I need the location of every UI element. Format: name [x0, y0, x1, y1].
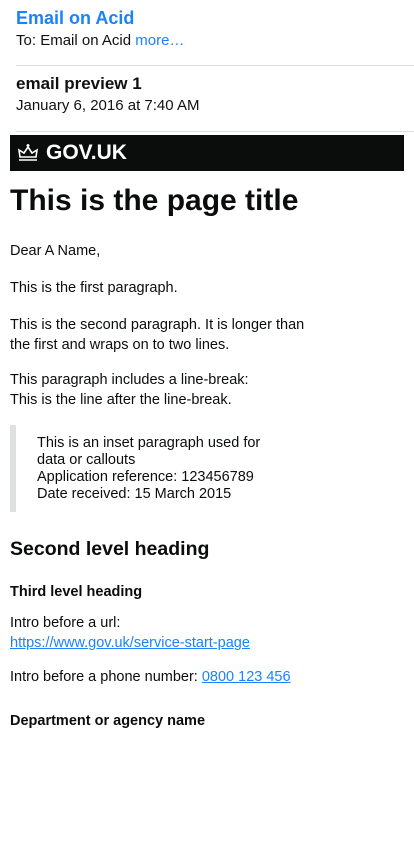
paragraph-2: This is the second paragraph. It is long… — [10, 317, 305, 353]
service-start-link[interactable]: https://www.gov.uk/service-start-page — [10, 635, 250, 651]
paragraph-1: This is the first paragraph. — [10, 280, 178, 296]
page-title: This is the page title — [10, 184, 299, 217]
phone-link[interactable]: 0800 123 456 — [202, 669, 291, 685]
divider — [16, 131, 414, 132]
inset-text: This is an inset paragraph used for data… — [37, 435, 261, 468]
department-name: Department or agency name — [10, 713, 206, 729]
sender-name[interactable]: Email on Acid — [16, 8, 134, 29]
url-paragraph: Intro before a url: https://www.gov.uk/se… — [10, 613, 310, 653]
inset-callout: This is an inset paragraph used for data… — [10, 425, 330, 512]
phone-intro: Intro before a phone number: — [10, 669, 198, 685]
recipient: Email on Acid — [40, 32, 132, 49]
date-received: Date received: 15 March 2015 — [37, 486, 232, 502]
phone-paragraph: Intro before a phone number: 0800 123 45… — [10, 667, 310, 687]
email-subject: email preview 1 — [16, 74, 142, 93]
to-label: To: — [16, 32, 37, 49]
email-date: January 6, 2016 at 7:40 AM — [16, 97, 200, 114]
line-1: This paragraph includes a line-break: — [10, 372, 249, 388]
greeting: Dear A Name, — [10, 243, 101, 259]
line-2: This is the line after the line-break. — [10, 392, 232, 408]
application-reference: Application reference: 123456789 — [37, 469, 254, 485]
paragraph-3: This paragraph includes a line-break: Thi… — [10, 370, 330, 410]
second-level-heading: Second level heading — [10, 538, 210, 560]
recipient-line: To: Email on Acid more… — [16, 32, 184, 49]
crown-icon — [17, 144, 39, 161]
divider — [16, 65, 414, 66]
third-level-heading: Third level heading — [10, 584, 143, 600]
govuk-banner: GOV.UK — [10, 135, 404, 171]
url-intro: Intro before a url: — [10, 615, 121, 631]
more-link[interactable]: more… — [135, 32, 184, 49]
govuk-logo: GOV.UK — [46, 141, 127, 164]
